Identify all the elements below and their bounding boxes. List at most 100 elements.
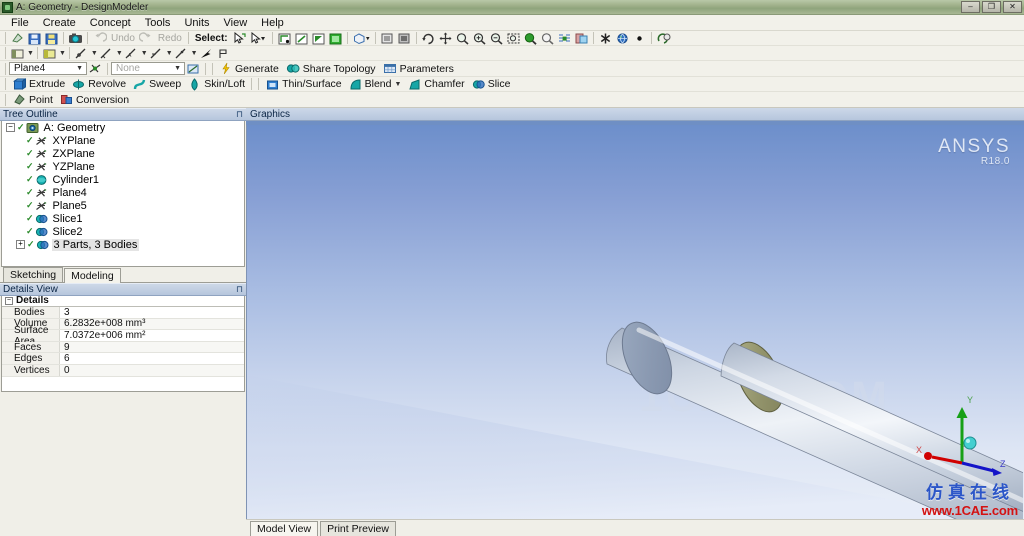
blend-button[interactable]: Blend ▼ [345,77,405,91]
generate-button[interactable]: Generate [216,62,282,76]
pin-icon[interactable]: ⊓ [236,109,243,120]
thin-surface-button[interactable]: Thin/Surface [262,77,345,91]
point-dot-icon[interactable] [632,32,647,45]
tree-item-slice2[interactable]: ✓ Slice2 [2,225,244,238]
tree-item-plane5[interactable]: ✓ Plane5 [2,199,244,212]
tree-item-xyplane[interactable]: ✓ XYPlane [2,134,244,147]
pan-icon[interactable] [438,32,453,45]
cylinder-model[interactable] [247,125,1023,519]
tab-sketching[interactable]: Sketching [3,266,64,282]
select-box-icon[interactable] [249,31,268,45]
conversion-button[interactable]: Conversion [56,93,132,107]
menu-item-tools[interactable]: Tools [138,16,178,30]
axis-triad[interactable]: Y X Z [914,391,1010,477]
restore-button[interactable]: ❐ [982,1,1001,13]
menu-item-create[interactable]: Create [36,16,83,30]
sketch-tool-3-caret-icon[interactable]: ▼ [141,50,148,57]
chamfer-button[interactable]: Chamfer [404,77,467,91]
zoom-out-icon[interactable] [489,32,504,45]
display-plane-caret-icon[interactable]: ▼ [27,50,34,57]
sketch-tool-5-icon[interactable] [174,47,189,60]
details-group-row[interactable]: − Details [2,295,244,308]
hide-body-icon[interactable] [397,32,412,45]
sketch-selector[interactable]: None ▼ [111,62,185,75]
tree-item-yzplane[interactable]: ✓ YZPlane [2,160,244,173]
tree-item-slice1[interactable]: ✓ Slice1 [2,212,244,225]
zoom-icon[interactable] [455,32,470,45]
tree-item-cylinder1[interactable]: ✓ Cylinder1 [2,173,244,186]
table-row[interactable]: Faces 9 [2,342,244,354]
pointer-tool-icon[interactable] [199,47,214,60]
new-sketch-icon[interactable] [186,62,201,75]
tree-outline[interactable]: − ✓ A: Geometry ✓ XYPlane ✓ ZXPlane ✓ YZ… [1,121,245,267]
magnifier-icon[interactable] [540,32,555,45]
screenshot-icon[interactable] [68,32,83,45]
expander-icon[interactable]: − [6,123,15,132]
tree-item-parts-bodies[interactable]: + ✓ 3 Parts, 3 Bodies [2,238,244,251]
filter-body-icon[interactable] [328,32,343,45]
box-zoom-icon[interactable] [506,32,521,45]
display-model-caret-icon[interactable]: ▼ [59,50,66,57]
zoom-in-icon[interactable] [472,32,487,45]
tree-item-geometry[interactable]: − ✓ A: Geometry [2,121,244,134]
sketch-tool-2-icon[interactable] [99,47,114,60]
display-plane-icon[interactable] [10,47,25,60]
menu-item-view[interactable]: View [217,16,255,30]
table-row[interactable]: Surface Area 7.0372e+006 mm² [2,325,244,347]
tree-item-plane4[interactable]: ✓ Plane4 [2,186,244,199]
sketch-tool-2-caret-icon[interactable]: ▼ [116,50,123,57]
sketch-tool-4-icon[interactable] [149,47,164,60]
menu-item-concept[interactable]: Concept [83,16,138,30]
table-row[interactable]: Bodies 3 [2,307,244,319]
parameters-button[interactable]: Parameters [379,62,457,76]
menu-item-units[interactable]: Units [177,16,216,30]
filter-vertex-icon[interactable] [277,32,292,45]
tab-print-preview[interactable]: Print Preview [320,521,396,536]
save-icon[interactable] [27,32,42,45]
next-view-icon[interactable] [574,32,589,45]
filter-face-icon[interactable] [311,32,326,45]
bodies-icon[interactable] [380,32,395,45]
snap-icon[interactable] [598,32,613,45]
sketch-tool-1-caret-icon[interactable]: ▼ [91,50,98,57]
tree-item-zxplane[interactable]: ✓ ZXPlane [2,147,244,160]
sketch-tool-1-icon[interactable] [74,47,89,60]
sketch-tool-3-icon[interactable]: A [124,47,139,60]
plane-selector[interactable]: Plane4 ▼ [9,62,87,75]
sketch-tool-5-caret-icon[interactable]: ▼ [191,50,198,57]
menu-item-help[interactable]: Help [254,16,291,30]
extend-selection-icon[interactable] [352,32,371,45]
table-row[interactable]: Vertices 0 [2,365,244,377]
display-model-icon[interactable] [42,47,57,60]
previous-view-icon[interactable] [557,32,572,45]
minimize-button[interactable]: – [961,1,980,13]
select-single-icon[interactable] [232,31,247,45]
extrude-button[interactable]: Extrude [9,77,68,91]
sketch-tool-4-caret-icon[interactable]: ▼ [166,50,173,57]
expander-icon[interactable]: + [16,240,25,249]
new-icon[interactable] [10,32,25,45]
tab-modeling[interactable]: Modeling [64,267,121,283]
zoom-to-fit-icon[interactable] [523,32,538,45]
filter-edge-icon[interactable] [294,32,309,45]
point-button[interactable]: Point [9,93,56,107]
globe-icon[interactable] [615,32,630,45]
close-button[interactable]: ✕ [1003,1,1022,13]
skin-loft-button[interactable]: Skin/Loft [184,77,248,91]
menu-item-file[interactable]: File [4,16,36,30]
sweep-button[interactable]: Sweep [129,77,184,91]
share-topology-button[interactable]: Share Topology [282,62,379,76]
restore-view-icon[interactable] [656,32,675,45]
rotate-icon[interactable] [421,32,436,45]
pin-icon[interactable]: ⊓ [236,284,243,295]
table-row[interactable]: Edges 6 [2,353,244,366]
graphics-viewport[interactable]: ANSYS R18.0 1CAE.COM [246,125,1024,519]
slice-button[interactable]: Slice [468,77,514,91]
save-as-icon[interactable] [44,32,59,45]
revolve-button[interactable]: Revolve [68,77,129,91]
blend-caret-icon[interactable]: ▼ [394,81,401,88]
tab-model-view[interactable]: Model View [250,521,319,536]
expander-icon[interactable]: − [5,296,13,305]
new-plane-icon[interactable] [88,62,103,75]
flag-tool-icon[interactable] [216,47,231,60]
